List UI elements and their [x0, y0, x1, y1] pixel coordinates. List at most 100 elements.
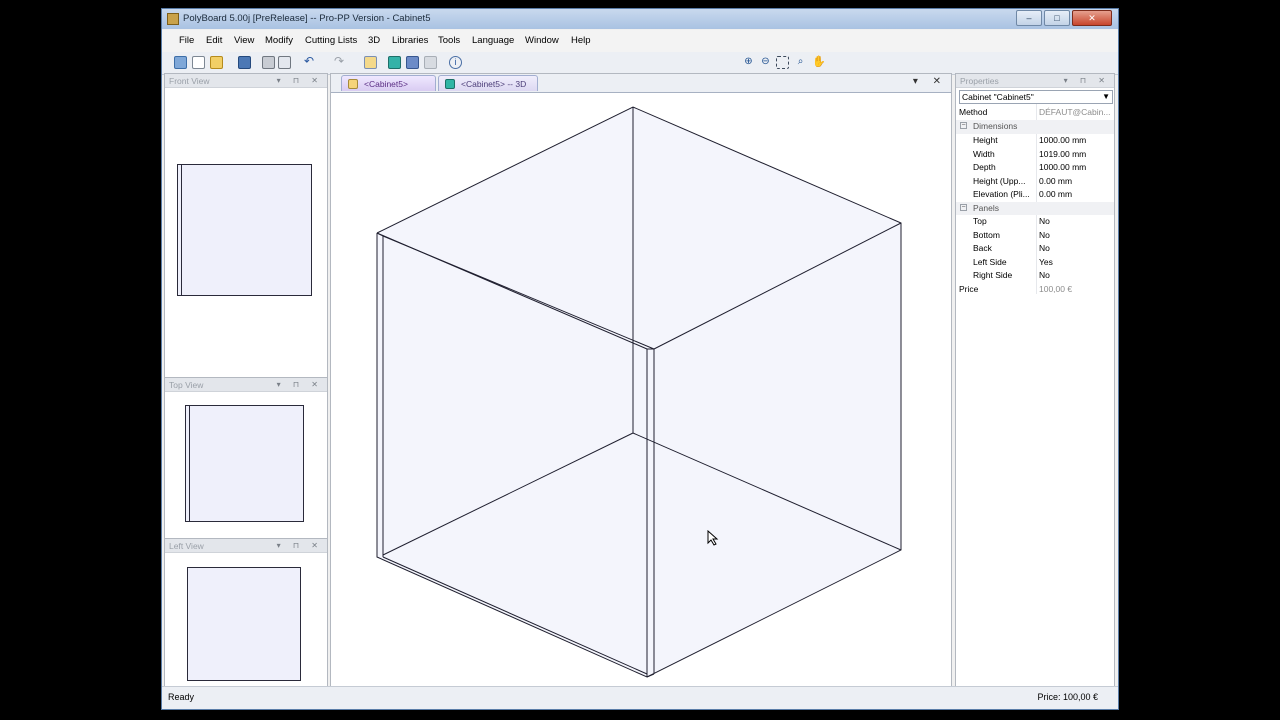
open-folder-icon[interactable] [210, 56, 223, 69]
category-label: Panels [973, 202, 999, 213]
3d-view-icon[interactable] [388, 56, 401, 69]
property-value[interactable]: Yes [1039, 257, 1053, 267]
maximize-button[interactable]: □ [1044, 10, 1070, 26]
left-view-drawing[interactable] [187, 567, 301, 681]
property-value[interactable]: 1019.00 mm [1039, 149, 1086, 159]
status-text: Ready [168, 692, 195, 702]
menu-edit[interactable]: Edit [206, 35, 222, 46]
pane-controls[interactable]: ▾ ⊓ ✕ [277, 539, 323, 553]
property-row-height-upper[interactable]: Height (Upp... 0.00 mm [956, 175, 1114, 189]
cabinet-editor-icon[interactable] [364, 56, 377, 69]
property-value[interactable]: No [1039, 243, 1050, 253]
zoom-window-icon[interactable] [776, 56, 789, 69]
menu-view[interactable]: View [234, 35, 254, 46]
property-row-price[interactable]: Price 100,00 € [956, 283, 1114, 297]
new-document-icon[interactable] [192, 56, 205, 69]
print-preview-icon[interactable] [278, 56, 291, 69]
property-value[interactable]: 0.00 mm [1039, 189, 1072, 199]
property-row-top[interactable]: Top No [956, 215, 1114, 229]
property-name: Right Side [973, 270, 1013, 280]
zoom-extents-icon[interactable]: ⌕ [794, 56, 807, 69]
property-row-height[interactable]: Height 1000.00 mm [956, 134, 1114, 148]
3d-view-document: <Cabinet5> <Cabinet5> -- 3D ▾ ✕ [330, 73, 952, 693]
tab-label: <Cabinet5> [364, 79, 408, 89]
menu-language[interactable]: Language [472, 35, 514, 46]
top-view-drawing[interactable] [185, 405, 304, 522]
redo-icon[interactable]: ↷ [334, 55, 347, 69]
tab-cabinet5[interactable]: <Cabinet5> [341, 75, 436, 91]
property-row-bottom[interactable]: Bottom No [956, 229, 1114, 243]
front-view-drawing[interactable] [177, 164, 312, 296]
front-view-pane: Front View ▾ ⊓ ✕ [164, 73, 328, 378]
3d-cube-icon [445, 79, 455, 89]
save-icon[interactable] [238, 56, 251, 69]
cutting-list-icon[interactable] [406, 56, 419, 69]
info-icon[interactable]: i [449, 56, 462, 69]
menu-bar: File Edit View Modify Cutting Lists 3D L… [162, 30, 1118, 52]
menu-tools[interactable]: Tools [438, 35, 460, 46]
top-view-header: Top View ▾ ⊓ ✕ [165, 378, 327, 392]
property-row-method[interactable]: Method DÉFAUT@Cabin... [956, 106, 1114, 120]
category-dimensions[interactable]: − Dimensions [956, 120, 1114, 134]
export-icon[interactable] [424, 56, 437, 69]
zoom-out-icon[interactable]: ⊖ [759, 56, 772, 69]
status-bar: Ready Price: 100,00 € [162, 686, 1118, 709]
property-row-depth[interactable]: Depth 1000.00 mm [956, 161, 1114, 175]
property-row-right-side[interactable]: Right Side No [956, 269, 1114, 283]
chevron-down-icon[interactable]: ▼ [1102, 91, 1110, 103]
property-value[interactable]: 1000.00 mm [1039, 135, 1086, 145]
print-icon[interactable] [262, 56, 275, 69]
tab-strip-controls[interactable]: ▾ ✕ [913, 76, 947, 87]
property-name: Top [973, 216, 987, 226]
property-row-width[interactable]: Width 1019.00 mm [956, 148, 1114, 162]
menu-cutting-lists[interactable]: Cutting Lists [305, 35, 357, 46]
left-view-header: Left View ▾ ⊓ ✕ [165, 539, 327, 553]
property-value[interactable]: No [1039, 270, 1050, 280]
zoom-in-icon[interactable]: ⊕ [742, 56, 755, 69]
pane-controls[interactable]: ▾ ⊓ ✕ [277, 378, 323, 392]
new-cabinet-icon[interactable] [174, 56, 187, 69]
menu-libraries[interactable]: Libraries [392, 35, 428, 46]
top-view-pane: Top View ▾ ⊓ ✕ [164, 377, 328, 539]
property-value[interactable]: No [1039, 216, 1050, 226]
property-value[interactable]: 1000.00 mm [1039, 162, 1086, 172]
pane-controls[interactable]: ▾ ⊓ ✕ [277, 74, 323, 88]
window-controls: – □ ✕ [1016, 10, 1112, 26]
menu-help[interactable]: Help [571, 35, 591, 46]
property-row-elevation[interactable]: Elevation (Pli... 0.00 mm [956, 188, 1114, 202]
left-view-pane: Left View ▾ ⊓ ✕ [164, 538, 328, 693]
menu-window[interactable]: Window [525, 35, 559, 46]
properties-panel: Properties ▾ ⊓ ✕ Cabinet "Cabinet5" ▼ Me… [955, 73, 1115, 693]
property-value[interactable]: DÉFAUT@Cabin... [1039, 107, 1110, 117]
title-bar[interactable]: PolyBoard 5.00j [PreRelease] -- Pro-PP V… [162, 9, 1118, 29]
pane-controls[interactable]: ▾ ⊓ ✕ [1064, 74, 1110, 88]
tab-cabinet5-3d[interactable]: <Cabinet5> -- 3D [438, 75, 538, 91]
pan-hand-icon[interactable]: ✋ [812, 56, 826, 69]
property-name: Height (Upp... [973, 175, 1026, 186]
property-name: Price [959, 283, 979, 294]
property-row-back[interactable]: Back No [956, 242, 1114, 256]
object-selector-combo[interactable]: Cabinet "Cabinet5" ▼ [959, 90, 1113, 104]
close-button[interactable]: ✕ [1072, 10, 1112, 26]
minimize-button[interactable]: – [1016, 10, 1042, 26]
category-panels[interactable]: − Panels [956, 201, 1114, 216]
menu-modify[interactable]: Modify [265, 35, 293, 46]
collapse-icon[interactable]: − [960, 203, 967, 211]
property-value: 100,00 € [1039, 283, 1073, 294]
undo-icon[interactable]: ↶ [304, 55, 317, 69]
app-icon[interactable] [167, 13, 179, 25]
top-view-title: Top View [169, 380, 204, 390]
property-value[interactable]: 0.00 mm [1039, 176, 1072, 186]
collapse-icon[interactable]: − [960, 122, 967, 129]
cabinet-3d-canvas[interactable] [331, 92, 951, 692]
property-value[interactable]: No [1039, 230, 1050, 240]
property-row-left-side[interactable]: Left Side Yes [956, 256, 1114, 270]
property-name: Elevation (Pli... [973, 189, 1030, 199]
properties-title: Properties [960, 76, 999, 86]
menu-3d[interactable]: 3D [368, 35, 380, 46]
category-label: Dimensions [973, 121, 1018, 131]
menu-file[interactable]: File [179, 35, 194, 46]
front-view-title: Front View [169, 76, 210, 86]
cabinet-icon [348, 79, 358, 89]
property-name: Left Side [973, 256, 1007, 267]
